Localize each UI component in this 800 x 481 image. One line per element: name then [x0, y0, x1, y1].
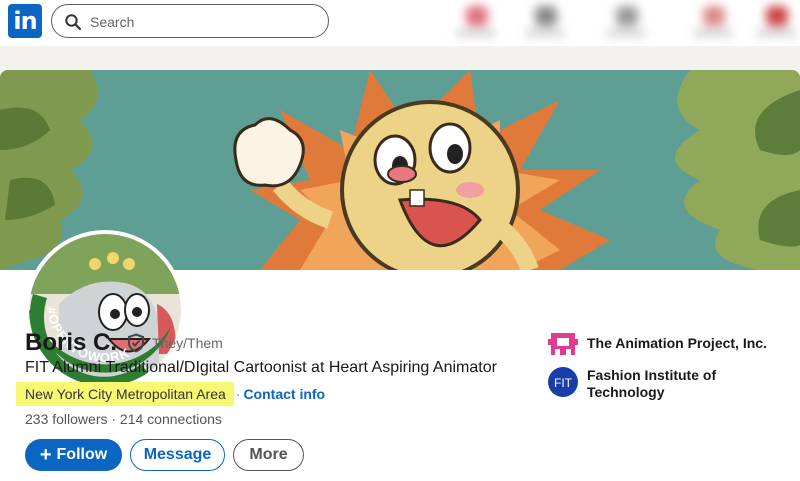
follow-label: Follow [56, 446, 108, 463]
fit-logo-icon: FIT [548, 367, 578, 397]
profile-actions: + Follow Message More [25, 439, 304, 471]
animation-project-logo-icon [548, 333, 578, 355]
location-text: New York City Metropolitan Area [16, 382, 234, 406]
search-input[interactable] [90, 11, 320, 33]
separator-dot: · [235, 386, 241, 402]
location-row: New York City Metropolitan Area · Contac… [16, 381, 325, 407]
message-button[interactable]: Message [130, 439, 225, 471]
nav-item-messaging[interactable] [685, 2, 741, 42]
nav-item-notifications[interactable] [748, 2, 800, 42]
nav-item-jobs[interactable] [598, 2, 654, 42]
linkedin-logo[interactable]: in [8, 4, 42, 38]
connection-stats[interactable]: 233 followers · 214 connections [25, 411, 222, 427]
nav-item-network[interactable] [517, 2, 573, 42]
profile-headline: FIT Alumni Traditional/DIgital Cartoonis… [25, 359, 497, 376]
more-button[interactable]: More [233, 439, 304, 471]
experience-item-fit[interactable]: FIT Fashion Institute of Technology [548, 367, 787, 401]
search-icon [65, 14, 82, 31]
name-row: Boris C. They/Them [25, 329, 223, 357]
experience-item-animation-project[interactable]: The Animation Project, Inc. [548, 329, 787, 359]
search-bar[interactable] [51, 4, 329, 38]
nav-item-home[interactable] [448, 2, 504, 42]
experience-company-name: The Animation Project, Inc. [587, 335, 767, 351]
top-navigation-bar: in [0, 0, 800, 46]
fit-logo-text: FIT [554, 376, 573, 390]
experience-school-name: Fashion Institute of Technology [587, 367, 717, 400]
follow-button[interactable]: + Follow [25, 439, 122, 471]
plus-icon: + [39, 444, 52, 466]
profile-card: #OPENTOWORK Boris C. They/Them FIT Alumn… [0, 70, 800, 481]
profile-name: Boris C. [25, 329, 118, 356]
contact-info-link[interactable]: Contact info [243, 386, 325, 402]
verified-shield-icon[interactable] [126, 333, 146, 353]
pronouns: They/Them [152, 335, 223, 351]
